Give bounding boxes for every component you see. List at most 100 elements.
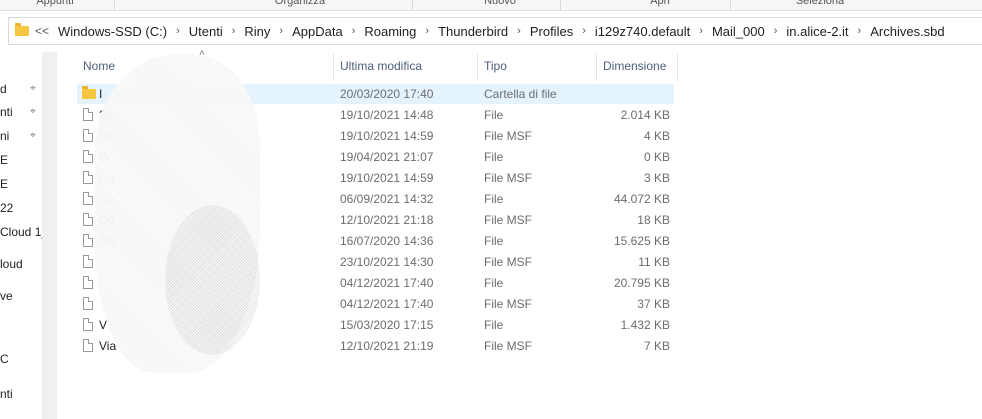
file-date: 16/07/2020 14:36 [340, 234, 434, 248]
file-icon [83, 318, 93, 331]
file-type: File MSF [484, 213, 532, 227]
nav-item[interactable]: d ⌖ [0, 80, 42, 98]
file-icon [83, 339, 93, 352]
file-type: File MSF [484, 255, 532, 269]
file-icon [83, 276, 93, 289]
file-icon [83, 108, 93, 121]
file-date: 19/04/2021 21:07 [340, 150, 434, 164]
breadcrumb-item-current[interactable]: Archives.sbd [867, 24, 947, 39]
file-date: 12/10/2021 21:18 [340, 213, 434, 227]
nav-item[interactable]: ve [0, 287, 42, 305]
pin-icon[interactable]: ⌖ [28, 103, 38, 121]
breadcrumb-item[interactable]: Thunderbird [435, 24, 511, 39]
file-icon [83, 192, 93, 205]
nav-item-label: nti [0, 105, 13, 119]
pin-icon[interactable]: ⌖ [28, 127, 38, 145]
file-size: 7 KB [643, 339, 670, 353]
chevron-right-icon[interactable]: › [511, 25, 527, 37]
file-type: File [484, 192, 504, 206]
file-type: File MSF [484, 297, 532, 311]
breadcrumb-item[interactable]: Windows-SSD (C:) [55, 24, 170, 39]
file-date: 04/12/2021 17:40 [340, 276, 434, 290]
breadcrumb-item[interactable]: AppData [289, 24, 346, 39]
file-date: 06/09/2021 14:32 [340, 192, 434, 206]
nav-item-label: loud [0, 257, 23, 271]
nav-item[interactable]: E [0, 175, 42, 193]
column-header-type[interactable]: Tipo [478, 54, 596, 78]
file-date: 20/03/2020 17:40 [340, 87, 434, 101]
file-date: 15/03/2020 17:15 [340, 318, 434, 332]
navigation-pane: d ⌖ nti ⌖ ni ⌖ E E 22 Cloud 1_ loud ve C… [0, 52, 42, 419]
column-resize-handle[interactable] [677, 54, 678, 81]
nav-item[interactable]: 22 [0, 199, 42, 217]
column-header-size[interactable]: Dimensione [597, 54, 677, 78]
nav-item[interactable]: nti [0, 385, 42, 403]
breadcrumb-item[interactable]: Mail_000 [709, 24, 768, 39]
nav-item-label: d [0, 82, 7, 96]
breadcrumb-item[interactable]: in.alice-2.it [783, 24, 851, 39]
chevron-right-icon[interactable]: › [852, 25, 868, 37]
nav-item[interactable]: E [0, 151, 42, 169]
pin-icon[interactable]: ⌖ [28, 80, 38, 98]
chevron-right-icon[interactable]: › [576, 25, 592, 37]
nav-item[interactable]: Cloud 1_ [0, 223, 42, 241]
ribbon-group-organize[interactable]: Organizza [260, 0, 340, 10]
chevron-right-icon[interactable]: › [273, 25, 289, 37]
nav-item[interactable]: loud [0, 255, 42, 273]
ribbon-divider [412, 0, 413, 10]
file-date: 19/10/2021 14:48 [340, 108, 434, 122]
column-header-date[interactable]: Ultima modifica [334, 54, 477, 78]
ribbon-group-new[interactable]: Nuovo [470, 0, 530, 10]
file-size: 11 KB [638, 255, 670, 269]
file-size: 18 KB [637, 213, 670, 227]
file-icon [83, 234, 93, 247]
file-date: 23/10/2021 14:30 [340, 255, 434, 269]
file-type: File [484, 108, 504, 122]
file-icon [83, 150, 93, 163]
nav-item[interactable]: ni ⌖ [0, 127, 42, 145]
breadcrumb-overflow-button[interactable]: << [35, 24, 49, 38]
breadcrumb-item[interactable]: Profiles [527, 24, 576, 39]
file-size: 20.795 KB [613, 276, 670, 290]
file-size: 2.014 KB [620, 108, 670, 122]
chevron-right-icon[interactable]: › [226, 25, 242, 37]
file-icon [83, 213, 93, 226]
chevron-right-icon[interactable]: › [170, 25, 186, 37]
file-type: File [484, 318, 504, 332]
file-icon [83, 297, 93, 310]
nav-item[interactable]: C [0, 350, 42, 368]
chevron-right-icon[interactable]: › [346, 25, 362, 37]
file-size: 44.072 KB [613, 192, 670, 206]
breadcrumb-item[interactable]: Riny [241, 24, 273, 39]
file-type: File MSF [484, 171, 532, 185]
chevron-right-icon[interactable]: › [768, 25, 784, 37]
file-type: File [484, 150, 504, 164]
chevron-right-icon[interactable]: › [419, 25, 435, 37]
file-type: File MSF [484, 129, 532, 143]
ribbon-divider [560, 0, 561, 10]
ribbon-group-clipboard[interactable]: Appunti [20, 0, 90, 10]
file-size: 1.432 KB [620, 318, 670, 332]
file-date: 04/12/2021 17:40 [340, 297, 434, 311]
nav-item-label: ve [0, 289, 13, 303]
breadcrumb-item[interactable]: Utenti [186, 24, 226, 39]
file-size: 37 KB [637, 297, 670, 311]
nav-item-label: nti [0, 387, 13, 401]
chevron-right-icon[interactable]: › [693, 25, 709, 37]
ribbon-group-open[interactable]: Apri [630, 0, 690, 10]
nav-item-label: C [0, 352, 9, 366]
nav-item[interactable]: nti ⌖ [0, 103, 42, 121]
ribbon: Appunti Organizza Nuovo Apri Seleziona [0, 0, 982, 11]
file-type: File MSF [484, 339, 532, 353]
address-bar[interactable]: << Windows-SSD (C:) › Utenti › Riny › Ap… [8, 17, 982, 45]
navigation-pane-scrollbar[interactable] [42, 52, 57, 419]
file-date: 19/10/2021 14:59 [340, 171, 434, 185]
ribbon-group-select[interactable]: Seleziona [780, 0, 860, 10]
file-date: 12/10/2021 21:19 [340, 339, 434, 353]
ribbon-divider [730, 0, 731, 10]
breadcrumb-item[interactable]: Roaming [361, 24, 419, 39]
nav-item-label: E [0, 177, 9, 191]
file-type: Cartella di file [484, 87, 557, 101]
breadcrumb-item[interactable]: i129z740.default [592, 24, 693, 39]
file-icon [83, 171, 93, 184]
